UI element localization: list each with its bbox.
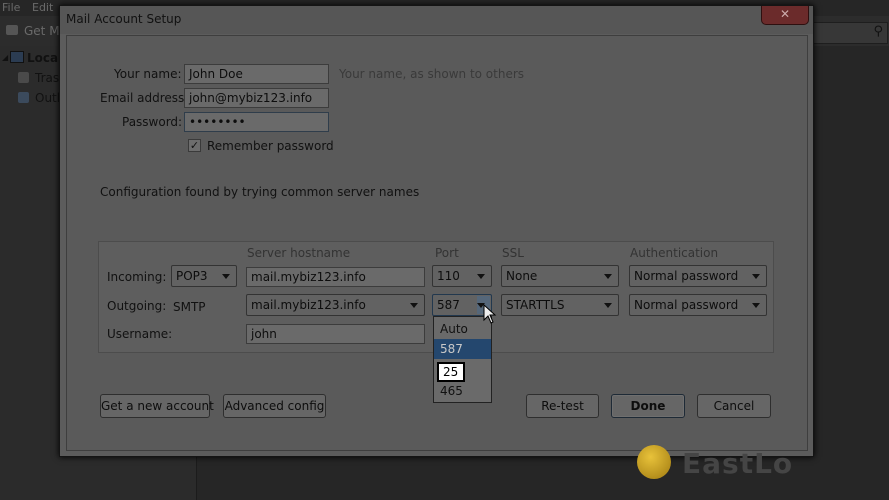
incoming-hostname-input[interactable]: mail.mybiz123.info bbox=[246, 267, 425, 287]
close-button[interactable]: ✕ bbox=[761, 6, 809, 25]
column-header-hostname: Server hostname bbox=[247, 246, 351, 260]
sidebar-item-local[interactable]: Local bbox=[27, 51, 62, 65]
outbox-icon bbox=[18, 92, 29, 103]
chevron-down-icon bbox=[752, 274, 760, 279]
chevron-down-icon bbox=[604, 303, 612, 308]
chevron-down-icon bbox=[410, 303, 418, 308]
port-option-25[interactable]: 25 bbox=[437, 362, 465, 382]
get-mail-button[interactable]: Get M bbox=[24, 24, 60, 38]
outgoing-auth-select[interactable]: Normal password bbox=[629, 294, 767, 316]
username-input[interactable]: john bbox=[246, 324, 425, 344]
email-input[interactable]: john@mybiz123.info bbox=[184, 88, 329, 108]
menu-edit[interactable]: Edit bbox=[32, 1, 53, 14]
outgoing-ssl-value: STARTTLS bbox=[506, 298, 565, 312]
username-label: Username: bbox=[107, 327, 173, 341]
advanced-config-button[interactable]: Advanced config bbox=[223, 394, 326, 418]
column-header-ssl: SSL bbox=[502, 246, 524, 260]
sidebar-item-outbox[interactable]: Outl bbox=[35, 91, 60, 105]
dialog-titlebar: Mail Account Setup ✕ bbox=[60, 6, 813, 34]
chevron-down-icon bbox=[604, 274, 612, 279]
incoming-ssl-value: None bbox=[506, 269, 538, 283]
outgoing-protocol: SMTP bbox=[173, 300, 206, 314]
outgoing-label: Outgoing: bbox=[107, 299, 167, 313]
config-message: Configuration found by trying common ser… bbox=[100, 185, 420, 199]
done-button[interactable]: Done bbox=[611, 394, 685, 418]
incoming-auth-value: Normal password bbox=[634, 269, 739, 283]
port-option-587[interactable]: 587 bbox=[434, 339, 491, 359]
watermark-logo-icon bbox=[637, 445, 671, 479]
chevron-down-icon bbox=[752, 303, 760, 308]
incoming-auth-select[interactable]: Normal password bbox=[629, 265, 767, 287]
port-option-465[interactable]: 465 bbox=[434, 379, 491, 399]
incoming-protocol-select[interactable]: POP3 bbox=[171, 265, 237, 287]
name-label: Your name: bbox=[114, 67, 182, 81]
incoming-port-value: 110 bbox=[437, 269, 460, 283]
collapse-icon[interactable]: ◢ bbox=[2, 53, 8, 62]
column-header-port: Port bbox=[435, 246, 459, 260]
incoming-port-select[interactable]: 110 bbox=[432, 265, 492, 287]
outgoing-hostname-select[interactable]: mail.mybiz123.info bbox=[246, 294, 425, 316]
name-hint: Your name, as shown to others bbox=[339, 67, 525, 81]
incoming-label: Incoming: bbox=[107, 270, 167, 284]
watermark-text: EastLo bbox=[682, 447, 794, 480]
port-dropdown-list: Auto 587 465 bbox=[433, 316, 492, 403]
outgoing-auth-value: Normal password bbox=[634, 298, 739, 312]
computer-icon bbox=[10, 51, 24, 63]
menu-file[interactable]: File bbox=[2, 1, 20, 14]
email-label: Email address: bbox=[100, 91, 189, 105]
password-input[interactable]: •••••••• bbox=[184, 112, 329, 132]
close-icon: ✕ bbox=[780, 7, 791, 21]
mouse-cursor-icon bbox=[483, 304, 497, 324]
incoming-protocol-value: POP3 bbox=[176, 269, 208, 283]
dialog-title: Mail Account Setup bbox=[66, 12, 182, 26]
chevron-down-icon bbox=[477, 274, 485, 279]
outgoing-hostname-value: mail.mybiz123.info bbox=[251, 298, 366, 312]
retest-button[interactable]: Re-test bbox=[526, 394, 599, 418]
outgoing-port-value: 587 bbox=[437, 298, 460, 312]
search-icon: ⚲ bbox=[873, 24, 883, 39]
name-input[interactable]: John Doe bbox=[184, 64, 329, 84]
cancel-button[interactable]: Cancel bbox=[697, 394, 771, 418]
trash-icon bbox=[18, 72, 29, 83]
sidebar-item-trash[interactable]: Tras bbox=[35, 71, 59, 85]
remember-password-checkbox[interactable]: ✓ bbox=[188, 139, 201, 152]
remember-password-label: Remember password bbox=[207, 139, 334, 153]
chevron-down-icon bbox=[222, 274, 230, 279]
incoming-ssl-select[interactable]: None bbox=[501, 265, 619, 287]
search-input[interactable]: ⚲ bbox=[812, 22, 888, 44]
outgoing-ssl-select[interactable]: STARTTLS bbox=[501, 294, 619, 316]
get-new-account-button[interactable]: Get a new account bbox=[100, 394, 214, 418]
column-header-authentication: Authentication bbox=[630, 246, 719, 260]
get-mail-icon bbox=[6, 25, 18, 35]
password-label: Password: bbox=[122, 115, 183, 129]
